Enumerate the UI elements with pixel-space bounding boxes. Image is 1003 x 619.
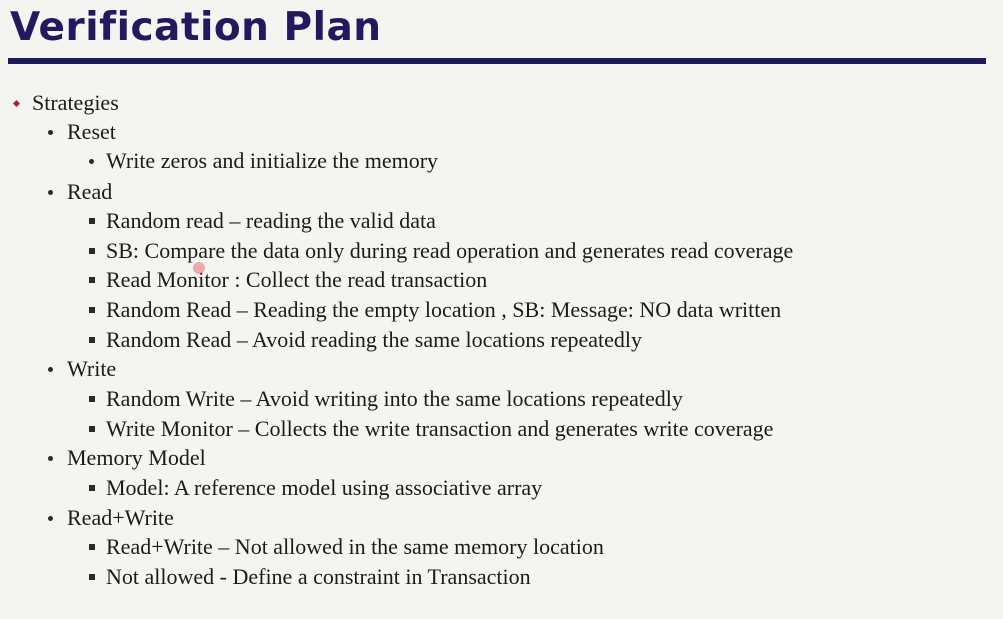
outline-item-level-2: Memory Model [0,443,1003,473]
outline-item-text: Strategies [32,90,119,115]
outline-item-level-3: Random Write – Avoid writing into the sa… [0,384,1003,414]
outline-item-text: Random Write – Avoid writing into the sa… [106,386,683,411]
outline-item-text: Random Read – Avoid reading the same loc… [106,327,642,352]
square-bullet-icon [89,396,95,402]
outline-item-text: Read+Write – Not allowed in the same mem… [106,534,604,559]
outline-item-level-2: Reset [0,117,1003,147]
outline-item-text: Model: A reference model using associati… [106,475,543,500]
outline-item-text: Write zeros and initialize the memory [106,148,439,173]
outline-item-level-3: Read Monitor : Collect the read transact… [0,265,1003,295]
outline-item-level-2: Read [0,177,1003,207]
dot-bullet-icon [89,159,94,164]
title-divider [8,58,986,64]
outline-item-level-3: Read+Write – Not allowed in the same mem… [0,532,1003,562]
square-bullet-icon [89,277,95,283]
dot-bullet-icon [48,367,53,372]
outline-item-level-3: Random Read – Reading the empty location… [0,295,1003,325]
outline-item-level-1: Strategies [0,88,1003,118]
diamond-bullet-icon [12,99,21,108]
square-bullet-icon [89,218,95,224]
square-bullet-icon [89,544,95,550]
outline-item-text: Random read – reading the valid data [106,208,436,233]
outline-item-text: SB: Compare the data only during read op… [106,238,794,263]
square-bullet-icon [89,248,95,254]
outline-item-text: Read Monitor : Collect the read transact… [106,267,488,292]
outline-item-text: Write [67,356,117,381]
outline-item-text: Write Monitor – Collects the write trans… [106,416,774,441]
dot-bullet-icon [48,516,53,521]
outline-item-text: Memory Model [67,445,206,470]
outline-item-text: Read [67,179,113,204]
slide-title: Verification Plan [10,5,382,50]
outline-item-level-2: Read+Write [0,503,1003,533]
outline-item-level-2: Write [0,354,1003,384]
outline-item-level-3: Model: A reference model using associati… [0,473,1003,503]
dot-bullet-icon [48,190,53,195]
square-bullet-icon [89,426,95,432]
square-bullet-icon [89,485,95,491]
square-bullet-icon [89,574,95,580]
dot-bullet-icon [48,130,53,135]
outline-item-level-3: SB: Compare the data only during read op… [0,236,1003,266]
outline-item-text: Random Read – Reading the empty location… [106,297,782,322]
outline-item-text: Not allowed - Define a constraint in Tra… [106,564,531,589]
outline-item-level-3: Random Read – Avoid reading the same loc… [0,325,1003,355]
outline-item-text: Reset [67,119,116,144]
dot-bullet-icon [48,456,53,461]
outline-item-level-3: Write Monitor – Collects the write trans… [0,414,1003,444]
outline-item-level-3: Not allowed - Define a constraint in Tra… [0,562,1003,592]
pointer-highlight [193,262,205,274]
outline-item-level-3: Random read – reading the valid data [0,206,1003,236]
square-bullet-icon [89,337,95,343]
outline-item-level-3: Write zeros and initialize the memory [0,146,1003,176]
square-bullet-icon [89,307,95,313]
outline-item-text: Read+Write [67,505,174,530]
